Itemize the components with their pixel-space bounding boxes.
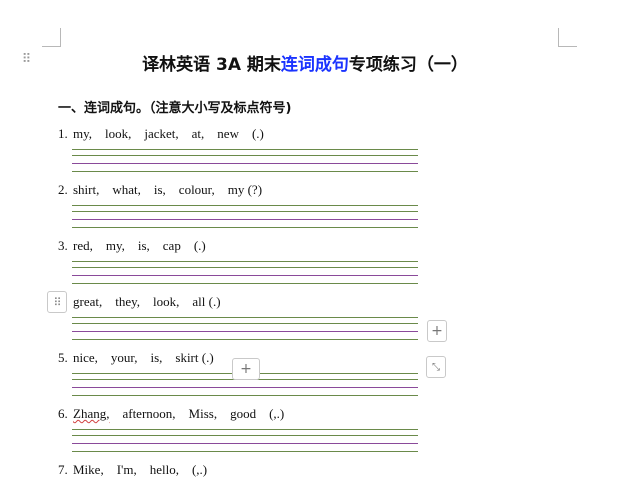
question-4: great, they, look, all (.) (58, 294, 221, 310)
question-1: 1. my, look, jacket, at, new (.) (58, 126, 264, 142)
answer-line (72, 339, 418, 340)
answer-line (72, 155, 418, 156)
question-number: 2. (58, 182, 68, 197)
add-row-button[interactable]: + (427, 320, 447, 342)
question-number: 6. (58, 406, 68, 421)
answer-line (72, 205, 418, 206)
question-6: 6. Zhang, afternoon, Miss, good (,.) (58, 406, 284, 422)
answer-line (72, 323, 418, 324)
question-text: nice, your, is, skirt (.) (73, 350, 214, 365)
answer-line (72, 163, 418, 164)
title-highlight: 连词成句 (280, 55, 349, 75)
title-prefix: 译林英语 3A 期末 (142, 55, 281, 75)
question-text: red, my, is, cap (.) (73, 238, 206, 253)
answer-line (72, 211, 418, 212)
question-3: 3. red, my, is, cap (.) (58, 238, 206, 254)
question-number: 1. (58, 126, 68, 141)
answer-line (72, 443, 418, 444)
answer-line (72, 435, 418, 436)
answer-line (72, 317, 418, 318)
title-suffix: 专项练习（一） (348, 55, 468, 75)
question-text: my, look, jacket, at, new (.) (73, 126, 264, 141)
answer-line (72, 149, 418, 150)
question-number: 5. (58, 350, 68, 365)
question-text: shirt, what, is, colour, my (?) (73, 182, 263, 197)
answer-line (72, 261, 418, 262)
add-column-button[interactable]: + (232, 358, 260, 380)
question-text: afternoon, Miss, good (,.) (109, 406, 285, 421)
answer-line (72, 267, 418, 268)
answer-line (72, 451, 418, 452)
answer-line (72, 331, 418, 332)
answer-line (72, 395, 418, 396)
answer-line (72, 171, 418, 172)
question-5: 5. nice, your, is, skirt (.) (58, 350, 214, 366)
question-text: great, they, look, all (.) (73, 294, 221, 309)
page-corner-mark-left (42, 28, 61, 47)
document-title: 译林英语 3A 期末连词成句专项练习（一） (0, 50, 610, 75)
question-first-word: Zhang, (73, 406, 110, 421)
question-number: 7. (58, 462, 68, 477)
section-heading: 一、连词成句。（注意大小写及标点符号) (58, 101, 292, 116)
page-corner-mark-right (558, 28, 577, 47)
resize-icon[interactable]: ⤡ (426, 356, 446, 378)
question-2: 2. shirt, what, is, colour, my (?) (58, 182, 262, 198)
answer-line (72, 227, 418, 228)
question-7: 7. Mike, I'm, hello, (,.) (58, 462, 207, 478)
answer-line (72, 219, 418, 220)
answer-line (72, 429, 418, 430)
answer-line (72, 387, 418, 388)
answer-line (72, 275, 418, 276)
answer-line (72, 283, 418, 284)
question-number: 3. (58, 238, 68, 253)
